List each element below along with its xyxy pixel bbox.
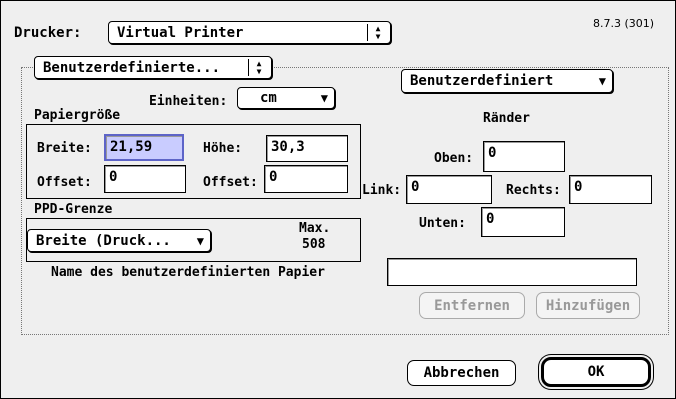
units-popup[interactable]: cm ▼ — [237, 87, 335, 109]
bottom-margin-field[interactable]: 0 — [481, 207, 565, 237]
offset-width-field[interactable]: 0 — [104, 165, 186, 193]
left-margin-label: Link: — [362, 183, 402, 198]
custom-paper-name-label: Name des benutzerdefinierten Papier — [51, 265, 325, 280]
ppd-limit-popup-value: Breite (Druck... — [36, 232, 171, 249]
offset-height-field[interactable]: 0 — [264, 165, 348, 193]
height-label: Höhe: — [203, 141, 243, 156]
printer-popup[interactable]: Virtual Printer ▲ ▼ — [108, 21, 391, 44]
page-setup-dialog: Drucker: Virtual Printer ▲ ▼ 8.7.3 (301)… — [0, 0, 676, 399]
right-margin-label: Rechts: — [506, 183, 561, 198]
margin-preset-popup-value: Benutzerdefiniert — [410, 73, 554, 89]
max-label: Max. — [299, 221, 331, 236]
updown-arrows-icon: ▲ ▼ — [367, 24, 388, 41]
margins-title: Ränder — [483, 111, 530, 126]
printer-popup-value: Virtual Printer — [117, 24, 244, 41]
width-label: Breite: — [37, 141, 92, 156]
ok-button[interactable]: OK — [541, 357, 651, 387]
popup-arrow-icon: ▼ — [598, 74, 606, 88]
ppd-limit-popup[interactable]: Breite (Druck... ▼ — [27, 229, 211, 252]
offset-width-label: Offset: — [37, 175, 92, 190]
version-text: 8.7.3 (301) — [593, 17, 655, 30]
popup-arrow-icon: ▼ — [196, 233, 204, 248]
cancel-button[interactable]: Abbrechen — [407, 360, 516, 386]
margin-preset-popup[interactable]: Benutzerdefiniert ▼ — [401, 69, 613, 93]
max-value: 508 — [302, 237, 326, 252]
printer-label: Drucker: — [14, 25, 82, 41]
units-popup-value: cm — [260, 90, 277, 106]
right-margin-field[interactable]: 0 — [569, 175, 652, 204]
ppd-limit-title: PPD-Grenze — [34, 202, 113, 217]
top-margin-label: Oben: — [434, 151, 474, 166]
height-field[interactable]: 30,3 — [266, 135, 348, 162]
custom-paper-name-field[interactable] — [387, 258, 637, 286]
paper-type-popup[interactable]: Benutzerdefinierte... ▲ ▼ — [34, 56, 272, 79]
down-arrow-icon: ▼ — [256, 66, 262, 76]
left-margin-field[interactable]: 0 — [406, 175, 492, 204]
remove-button[interactable]: Entfernen — [419, 292, 525, 319]
paper-type-popup-value: Benutzerdefinierte... — [43, 59, 221, 76]
top-margin-field[interactable]: 0 — [483, 141, 565, 172]
offset-height-label: Offset: — [203, 175, 258, 190]
width-field[interactable]: 21,59 — [104, 134, 184, 161]
bottom-margin-label: Unten: — [419, 216, 466, 231]
units-label: Einheiten: — [149, 94, 228, 109]
updown-arrows-icon: ▲ ▼ — [248, 59, 269, 76]
paper-size-title: Papiergröße — [34, 108, 121, 123]
add-button[interactable]: Hinzufügen — [536, 292, 640, 319]
popup-arrow-icon: ▼ — [320, 91, 328, 105]
down-arrow-icon: ▼ — [375, 31, 381, 41]
